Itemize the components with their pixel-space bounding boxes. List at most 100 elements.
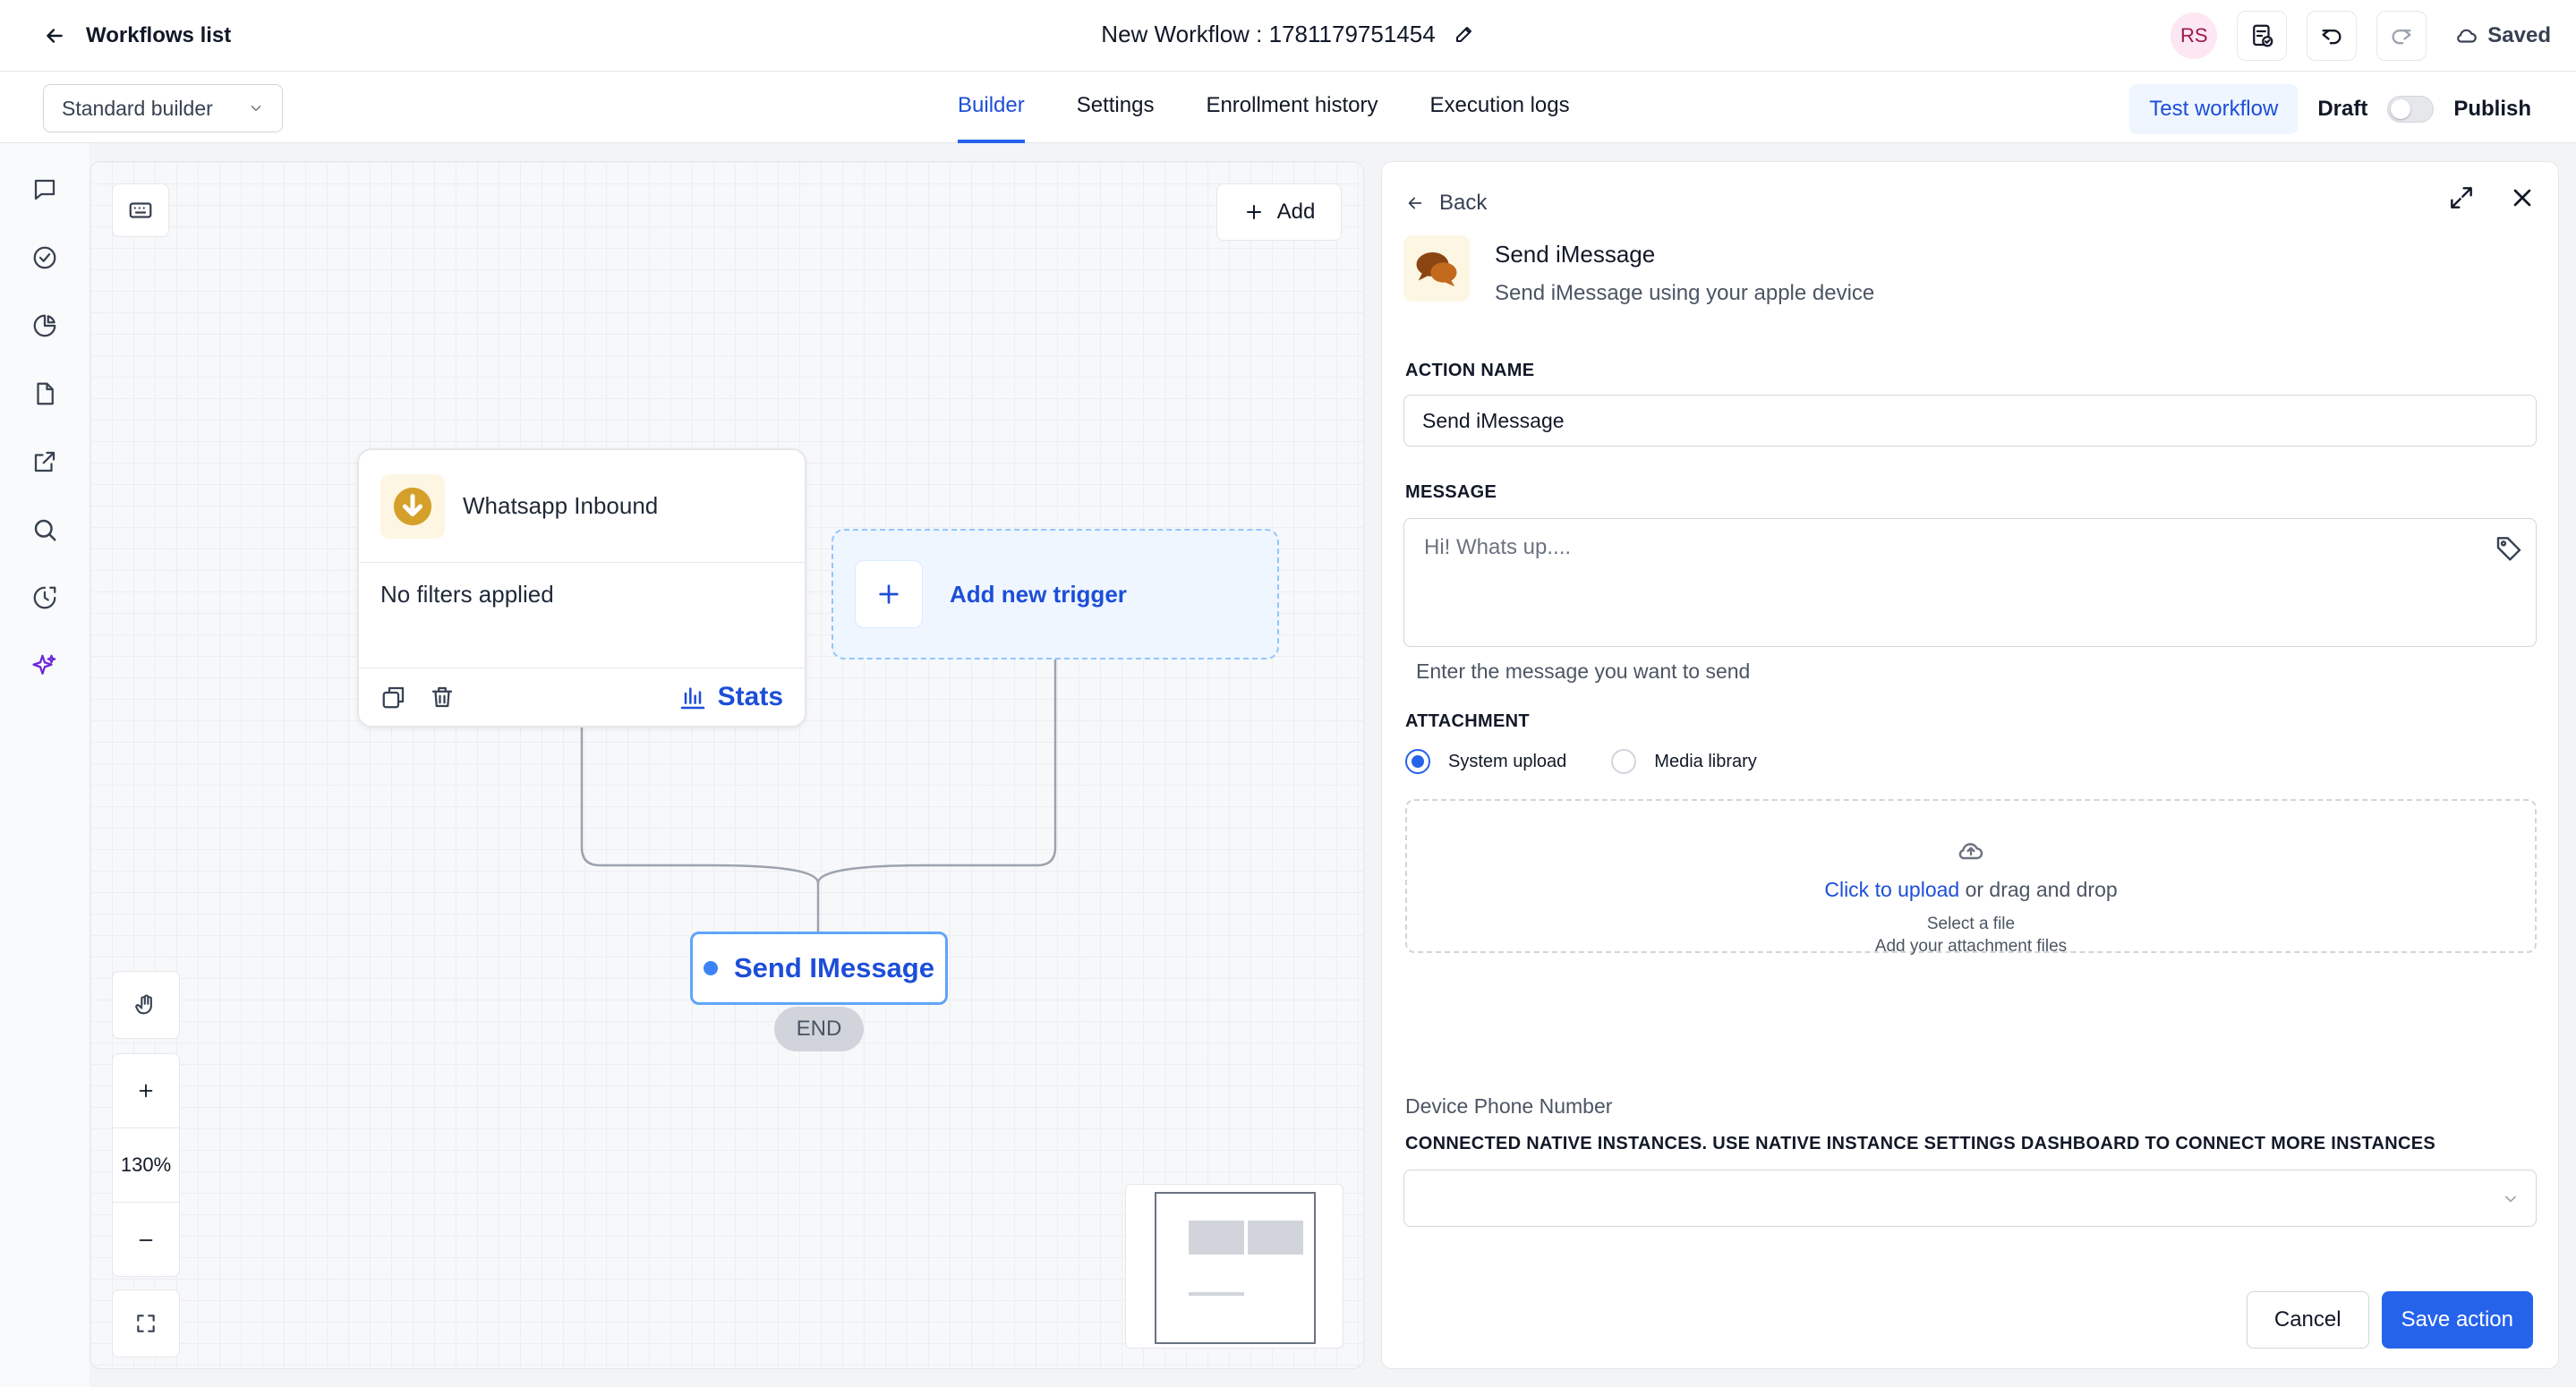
clipboard-check-icon xyxy=(2248,22,2275,49)
speech-bubbles-icon xyxy=(1403,235,1470,302)
trigger-node[interactable]: Whatsapp Inbound No filters applied Stat… xyxy=(357,448,806,728)
minimap-node xyxy=(1189,1221,1244,1255)
send-imessage-node[interactable]: Send IMessage xyxy=(690,932,948,1005)
minimap-node xyxy=(1189,1292,1244,1296)
chevron-down-icon xyxy=(248,100,264,116)
builder-toolbar: Standard builder Builder Settings Enroll… xyxy=(0,72,2576,143)
workflow-canvas[interactable]: Add Whatsapp Inbound No filters applied xyxy=(90,161,1364,1369)
redo-button[interactable] xyxy=(2376,11,2427,61)
stats-label: Stats xyxy=(717,682,783,711)
workflow-tabs: Builder Settings Enrollment history Exec… xyxy=(958,72,1570,143)
attachment-label: ATTACHMENT xyxy=(1405,711,1530,731)
device-phone-label: Device Phone Number xyxy=(1405,1094,1613,1118)
action-name-label: ACTION NAME xyxy=(1405,361,1535,380)
top-header: Workflows list New Workflow : 1781179751… xyxy=(0,0,2576,72)
undo-button[interactable] xyxy=(2307,11,2358,61)
native-instance-select[interactable] xyxy=(1403,1170,2537,1227)
tab-enrollment-history[interactable]: Enrollment history xyxy=(1206,72,1378,143)
arrow-left-icon xyxy=(1405,193,1425,213)
pencil-icon[interactable] xyxy=(1454,23,1475,45)
copy-icon[interactable] xyxy=(380,684,407,711)
plus-icon xyxy=(139,1084,153,1098)
header-actions: RS Saved xyxy=(2171,11,2560,61)
chat-icon[interactable] xyxy=(25,170,64,209)
zoom-level: 130% xyxy=(113,1128,179,1203)
message-hint: Enter the message you want to send xyxy=(1416,659,1751,683)
attachment-source-options: System upload Media library xyxy=(1405,749,1784,774)
builder-mode-value: Standard builder xyxy=(62,96,213,120)
redo-icon xyxy=(2389,23,2414,48)
panel-actions: Cancel Save action xyxy=(2246,1291,2533,1349)
publish-toggle[interactable] xyxy=(2387,96,2435,123)
upload-instructions: Click to upload or drag and drop xyxy=(1824,878,2117,902)
left-sidebar xyxy=(0,143,90,1387)
expand-icon xyxy=(134,1312,158,1335)
hand-icon xyxy=(133,992,158,1017)
fit-view-button[interactable] xyxy=(112,1289,180,1357)
add-new-trigger-node[interactable]: Add new trigger xyxy=(832,529,1279,659)
trigger-node-header: Whatsapp Inbound xyxy=(359,450,805,563)
pan-mode-button[interactable] xyxy=(112,971,180,1039)
action-name-input[interactable]: Send iMessage xyxy=(1403,395,2537,447)
click-to-upload-link[interactable]: Click to upload xyxy=(1824,878,1959,901)
search-icon[interactable] xyxy=(25,510,64,549)
save-action-button[interactable]: Save action xyxy=(2381,1291,2533,1349)
drag-drop-text: or drag and drop xyxy=(1959,878,2118,901)
message-textarea[interactable]: Hi! Whats up.... xyxy=(1403,518,2537,647)
avatar[interactable]: RS xyxy=(2171,13,2218,59)
stats-button[interactable]: Stats xyxy=(678,682,783,712)
trigger-name: Whatsapp Inbound xyxy=(463,492,659,519)
tab-execution-logs[interactable]: Execution logs xyxy=(1430,72,1570,143)
zoom-controls: 130% xyxy=(112,1053,180,1277)
builder-mode-select[interactable]: Standard builder xyxy=(43,84,283,132)
chevron-down-icon xyxy=(2502,1190,2520,1208)
publish-label: Publish xyxy=(2453,97,2531,121)
panel-subtitle: Send iMessage using your apple device xyxy=(1495,281,1875,305)
panel-header: Send iMessage Send iMessage using your a… xyxy=(1403,235,1874,306)
select-file-text: Select a file xyxy=(1926,915,2016,933)
panel-back-button[interactable]: Back xyxy=(1405,187,1487,219)
history-icon[interactable] xyxy=(25,578,64,617)
action-config-panel: Back Send iMessage Send iMessage using y… xyxy=(1381,161,2559,1369)
system-upload-label: System upload xyxy=(1448,751,1567,771)
add-new-trigger-label: Add new trigger xyxy=(950,580,1127,608)
draft-label: Draft xyxy=(2317,97,2368,121)
publish-controls: Test workflow Draft Publish xyxy=(2129,84,2531,134)
minimap[interactable] xyxy=(1125,1184,1343,1349)
minimap-node xyxy=(1248,1221,1303,1255)
trigger-node-footer: Stats xyxy=(359,668,805,726)
zoom-out-button[interactable] xyxy=(113,1203,179,1277)
tab-settings[interactable]: Settings xyxy=(1077,72,1155,143)
minus-icon xyxy=(139,1238,153,1241)
cancel-button[interactable]: Cancel xyxy=(2246,1291,2369,1349)
media-library-label: Media library xyxy=(1654,751,1757,771)
action-node-label: Send IMessage xyxy=(734,952,934,983)
panel-title: Send iMessage xyxy=(1495,241,1656,268)
plus-icon xyxy=(855,560,923,628)
upload-sub-text: Select a file Add your attachment files xyxy=(1875,913,2067,957)
close-icon[interactable] xyxy=(2508,183,2537,212)
panel-window-controls xyxy=(2447,183,2537,212)
media-library-radio[interactable] xyxy=(1611,749,1637,774)
zoom-in-button[interactable] xyxy=(113,1054,179,1128)
native-instances-label: CONNECTED NATIVE INSTANCES. USE NATIVE I… xyxy=(1405,1134,2435,1153)
workflow-title: New Workflow : 1781179751454 xyxy=(1101,20,1436,47)
notes-button[interactable] xyxy=(2237,11,2288,61)
attachment-hint: Add your attachment files xyxy=(1874,937,2068,956)
message-placeholder: Hi! Whats up.... xyxy=(1424,535,1572,559)
trash-icon[interactable] xyxy=(429,684,456,711)
system-upload-radio[interactable] xyxy=(1405,749,1430,774)
check-circle-icon[interactable] xyxy=(25,238,64,277)
saved-status: Saved xyxy=(2446,23,2560,48)
maximize-icon[interactable] xyxy=(2447,183,2476,212)
external-link-icon[interactable] xyxy=(25,442,64,481)
pie-chart-icon[interactable] xyxy=(25,306,64,345)
panel-header-text: Send iMessage Send iMessage using your a… xyxy=(1495,235,1874,306)
tab-builder[interactable]: Builder xyxy=(958,72,1025,143)
tag-icon[interactable] xyxy=(2495,533,2523,562)
node-status-dot xyxy=(704,961,718,975)
sparkles-icon[interactable] xyxy=(25,646,64,685)
file-dropzone[interactable]: Click to upload or drag and drop Select … xyxy=(1405,799,2537,956)
document-icon[interactable] xyxy=(25,374,64,413)
test-workflow-button[interactable]: Test workflow xyxy=(2129,84,2299,134)
